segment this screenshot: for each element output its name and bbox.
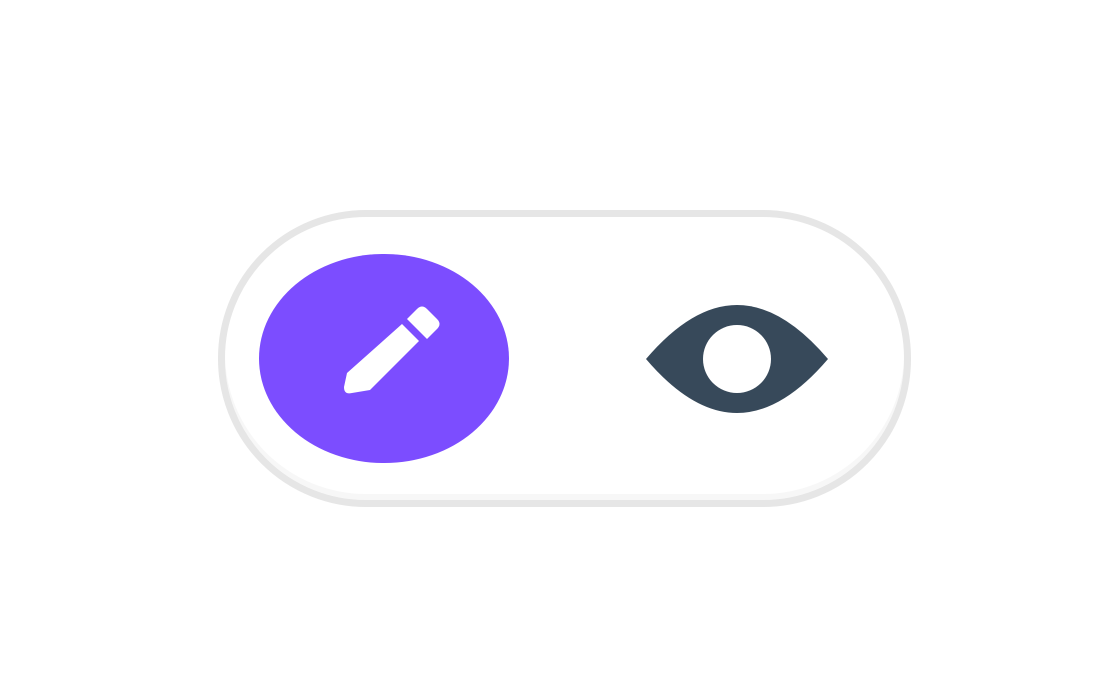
- eye-icon: [642, 301, 832, 417]
- view-mode-button[interactable]: [627, 254, 847, 463]
- pencil-icon: [314, 289, 454, 429]
- edit-mode-button[interactable]: [259, 254, 509, 463]
- canvas: [0, 0, 1097, 690]
- edit-view-toggle[interactable]: [218, 210, 911, 507]
